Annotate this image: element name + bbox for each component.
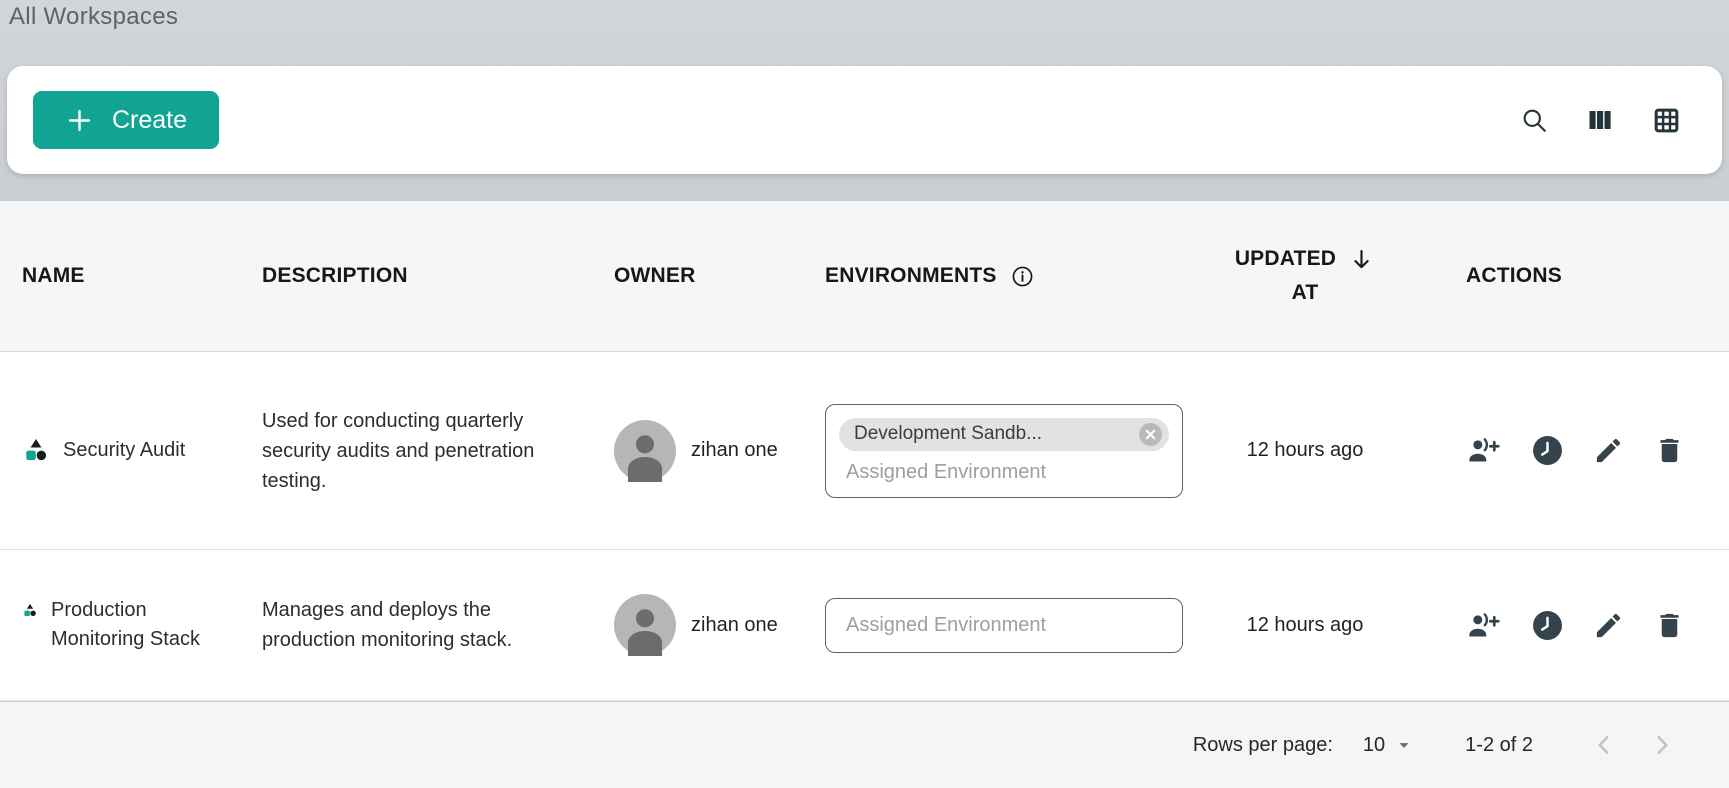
pager-controls [1589, 730, 1677, 760]
person-add-icon [1466, 435, 1502, 466]
delete-button[interactable] [1654, 610, 1685, 641]
header-updated-at[interactable]: UPDATED AT [1185, 242, 1425, 310]
workspaces-page: { "page": { "title": "All Workspaces" },… [0, 0, 1729, 786]
plus-icon [65, 106, 94, 135]
toolbar-card: Create [7, 66, 1722, 174]
info-icon[interactable] [1010, 264, 1035, 289]
assigned-environment-placeholder: Assigned Environment [839, 614, 1169, 637]
owner-name: zihan one [691, 439, 778, 462]
header-name: NAME [0, 264, 245, 288]
close-icon [1138, 422, 1163, 447]
rows-per-page-label: Rows per page: [1193, 734, 1333, 757]
environments-cell: Assigned Environment [825, 598, 1185, 653]
header-environments-label: ENVIRONMENTS [825, 264, 997, 288]
chevron-left-icon [1589, 730, 1619, 760]
owner-cell: zihan one [585, 594, 825, 656]
clock-icon [1532, 435, 1563, 466]
delete-button[interactable] [1654, 435, 1685, 466]
create-button[interactable]: Create [33, 91, 219, 149]
column-view-button[interactable] [1585, 105, 1615, 135]
owner-name: zihan one [691, 614, 778, 637]
updated-at: 12 hours ago [1185, 614, 1425, 637]
avatar [614, 420, 676, 482]
workspace-name: Security Audit [63, 436, 185, 465]
search-icon [1519, 105, 1549, 135]
page-title: All Workspaces [9, 3, 178, 31]
header-updated-line1: UPDATED [1235, 242, 1336, 276]
add-user-button[interactable] [1466, 435, 1502, 466]
clock-icon [1532, 610, 1563, 641]
create-button-label: Create [112, 106, 187, 135]
header-environments: ENVIRONMENTS [825, 264, 1185, 289]
header-actions: ACTIONS [1425, 264, 1729, 288]
header-updated-line2: AT [1292, 276, 1319, 310]
grid-view-button[interactable] [1651, 105, 1682, 136]
edit-button[interactable] [1593, 435, 1624, 466]
owner-cell: zihan one [585, 420, 825, 482]
chevron-right-icon [1647, 730, 1677, 760]
workspace-logo-icon [22, 602, 38, 619]
assigned-environment-placeholder: Assigned Environment [839, 461, 1169, 484]
header-owner: OWNER [585, 264, 825, 288]
edit-icon [1593, 610, 1624, 641]
trash-icon [1654, 610, 1685, 641]
workspaces-table: NAME DESCRIPTION OWNER ENVIRONMENTS UPDA… [0, 201, 1729, 786]
toolbar-icons [1519, 105, 1682, 136]
view-columns-icon [1585, 105, 1615, 135]
pagination-range: 1-2 of 2 [1465, 734, 1533, 757]
dropdown-caret-icon [1395, 736, 1413, 754]
workspace-description: Used for conducting quarterly security a… [245, 406, 582, 496]
rows-per-page-select[interactable]: 10 [1363, 734, 1413, 757]
next-page-button[interactable] [1647, 730, 1677, 760]
previous-page-button[interactable] [1589, 730, 1619, 760]
workspace-description: Manages and deploys the production monit… [245, 595, 582, 655]
workspace-name: Production Monitoring Stack [51, 596, 223, 654]
workspace-name-cell: Production Monitoring Stack [0, 596, 245, 654]
view-grid-icon [1651, 105, 1682, 136]
table-row: Security Audit Used for conducting quart… [0, 352, 1729, 550]
search-button[interactable] [1519, 105, 1549, 135]
workspace-name-cell: Security Audit [0, 436, 245, 465]
assigned-environment-select[interactable]: Assigned Environment [825, 598, 1183, 653]
actions-cell [1425, 435, 1729, 466]
avatar [614, 594, 676, 656]
history-button[interactable] [1532, 610, 1563, 641]
edit-icon [1593, 435, 1624, 466]
workspace-logo-icon [22, 436, 50, 465]
assigned-environment-select[interactable]: Development Sandb... Assigned Environmen… [825, 404, 1183, 498]
environment-chip-label: Development Sandb... [854, 423, 1042, 445]
actions-cell [1425, 610, 1729, 641]
rows-per-page-value: 10 [1363, 734, 1385, 757]
trash-icon [1654, 435, 1685, 466]
sort-desc-arrow-icon [1348, 246, 1375, 273]
remove-environment-button[interactable] [1138, 422, 1163, 447]
edit-button[interactable] [1593, 610, 1624, 641]
environment-chip[interactable]: Development Sandb... [839, 418, 1169, 451]
table-header-row: NAME DESCRIPTION OWNER ENVIRONMENTS UPDA… [0, 201, 1729, 352]
person-add-icon [1466, 610, 1502, 641]
header-description: DESCRIPTION [245, 264, 585, 288]
updated-at: 12 hours ago [1185, 439, 1425, 462]
table-pagination: Rows per page: 10 1-2 of 2 [0, 701, 1729, 788]
history-button[interactable] [1532, 435, 1563, 466]
add-user-button[interactable] [1466, 610, 1502, 641]
environments-cell: Development Sandb... Assigned Environmen… [825, 404, 1185, 498]
table-row: Production Monitoring Stack Manages and … [0, 550, 1729, 701]
